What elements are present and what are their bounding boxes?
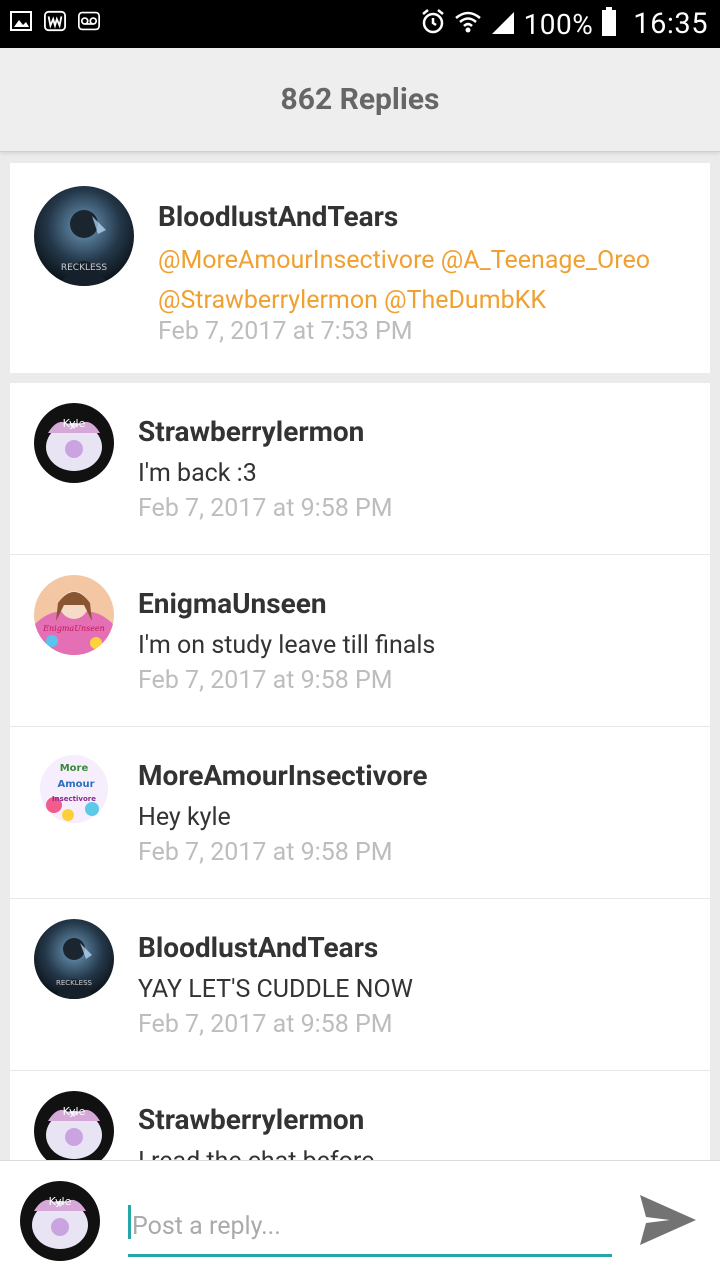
- alarm-icon: [420, 8, 446, 40]
- post-author[interactable]: BloodlustAndTears: [158, 200, 398, 233]
- svg-text:RECKLESS: RECKLESS: [61, 263, 108, 273]
- reply-item[interactable]: Kyle Strawberrylermon I'm back :3 Feb 7,…: [10, 383, 710, 555]
- reply-list: Kyle Strawberrylermon I'm back :3 Feb 7,…: [10, 383, 710, 1160]
- send-icon: [640, 1195, 696, 1245]
- svg-text:Amour: Amour: [57, 779, 94, 790]
- reply-item[interactable]: RECKLESS BloodlustAndTears YAY LET'S CUD…: [10, 899, 710, 1071]
- reply-message: YAY LET'S CUDDLE NOW: [138, 975, 413, 1004]
- mention-line[interactable]: @MoreAmourInsectivore @A_Teenage_Oreo: [158, 241, 698, 281]
- text-cursor: [128, 1205, 131, 1239]
- reply-message: I read the chat before: [138, 1147, 374, 1160]
- reply-item[interactable]: More Amour Insectivore MoreAmourInsectiv…: [10, 727, 710, 899]
- post-mentions: @MoreAmourInsectivore @A_Teenage_Oreo @S…: [158, 241, 698, 321]
- avatar[interactable]: Kyle: [34, 403, 114, 483]
- reply-date: Feb 7, 2017 at 9:58 PM: [138, 666, 393, 695]
- reply-message: I'm back :3: [138, 459, 257, 488]
- reply-date: Feb 7, 2017 at 9:58 PM: [138, 1010, 393, 1039]
- svg-text:EnigmaUnseen: EnigmaUnseen: [42, 624, 105, 633]
- battery-icon: [601, 7, 617, 41]
- avatar[interactable]: Kyle: [34, 1091, 114, 1160]
- reply-author[interactable]: Strawberrylermon: [138, 415, 364, 448]
- svg-text:Kyle: Kyle: [63, 1105, 86, 1118]
- reply-author[interactable]: EnigmaUnseen: [138, 587, 327, 620]
- reply-message: I'm on study leave till finals: [138, 631, 436, 660]
- svg-text:RECKLESS: RECKLESS: [56, 979, 93, 987]
- reply-input[interactable]: [128, 1199, 612, 1257]
- messenger-icon: [44, 10, 66, 32]
- svg-text:More: More: [60, 763, 89, 774]
- signal-icon: [490, 8, 516, 40]
- wifi-icon: [454, 8, 482, 40]
- notification-icons: [10, 10, 100, 32]
- svg-text:Insectivore: Insectivore: [52, 795, 96, 803]
- reply-author[interactable]: BloodlustAndTears: [138, 931, 378, 964]
- battery-percentage: 100%: [523, 7, 594, 41]
- reply-date: Feb 7, 2017 at 9:58 PM: [138, 494, 393, 523]
- avatar[interactable]: RECKLESS: [34, 186, 134, 286]
- avatar[interactable]: EnigmaUnseen: [34, 575, 114, 655]
- page-title: 862 Replies: [280, 82, 440, 117]
- post-date: Feb 7, 2017 at 7:53 PM: [158, 317, 413, 346]
- status-bar: 100% 16:35: [0, 0, 720, 48]
- app-header: 862 Replies: [0, 48, 720, 152]
- svg-text:Kyle: Kyle: [63, 417, 86, 430]
- reply-author[interactable]: MoreAmourInsectivore: [138, 759, 428, 792]
- replies-list[interactable]: RECKLESS BloodlustAndTears @MoreAmourIns…: [0, 152, 720, 1160]
- reply-item[interactable]: EnigmaUnseen EnigmaUnseen I'm on study l…: [10, 555, 710, 727]
- reply-date: Feb 7, 2017 at 9:58 PM: [138, 838, 393, 867]
- reply-item[interactable]: Kyle Strawberrylermon I read the chat be…: [10, 1071, 710, 1160]
- original-post: RECKLESS BloodlustAndTears @MoreAmourIns…: [10, 163, 710, 373]
- svg-text:Kyle: Kyle: [49, 1195, 72, 1208]
- reply-message: Hey kyle: [138, 803, 231, 832]
- reply-author[interactable]: Strawberrylermon: [138, 1103, 364, 1136]
- gallery-icon: [10, 10, 32, 32]
- mention-line[interactable]: @Strawberrylermon @TheDumbKK: [158, 281, 698, 321]
- clock: 16:35: [633, 7, 708, 41]
- send-button[interactable]: [638, 1193, 698, 1247]
- avatar: Kyle: [20, 1181, 100, 1261]
- reply-composer: Kyle: [0, 1160, 720, 1280]
- avatar[interactable]: RECKLESS: [34, 919, 114, 999]
- voicemail-icon: [78, 10, 100, 32]
- avatar[interactable]: More Amour Insectivore: [34, 747, 114, 827]
- system-icons: 100% 16:35: [420, 6, 708, 42]
